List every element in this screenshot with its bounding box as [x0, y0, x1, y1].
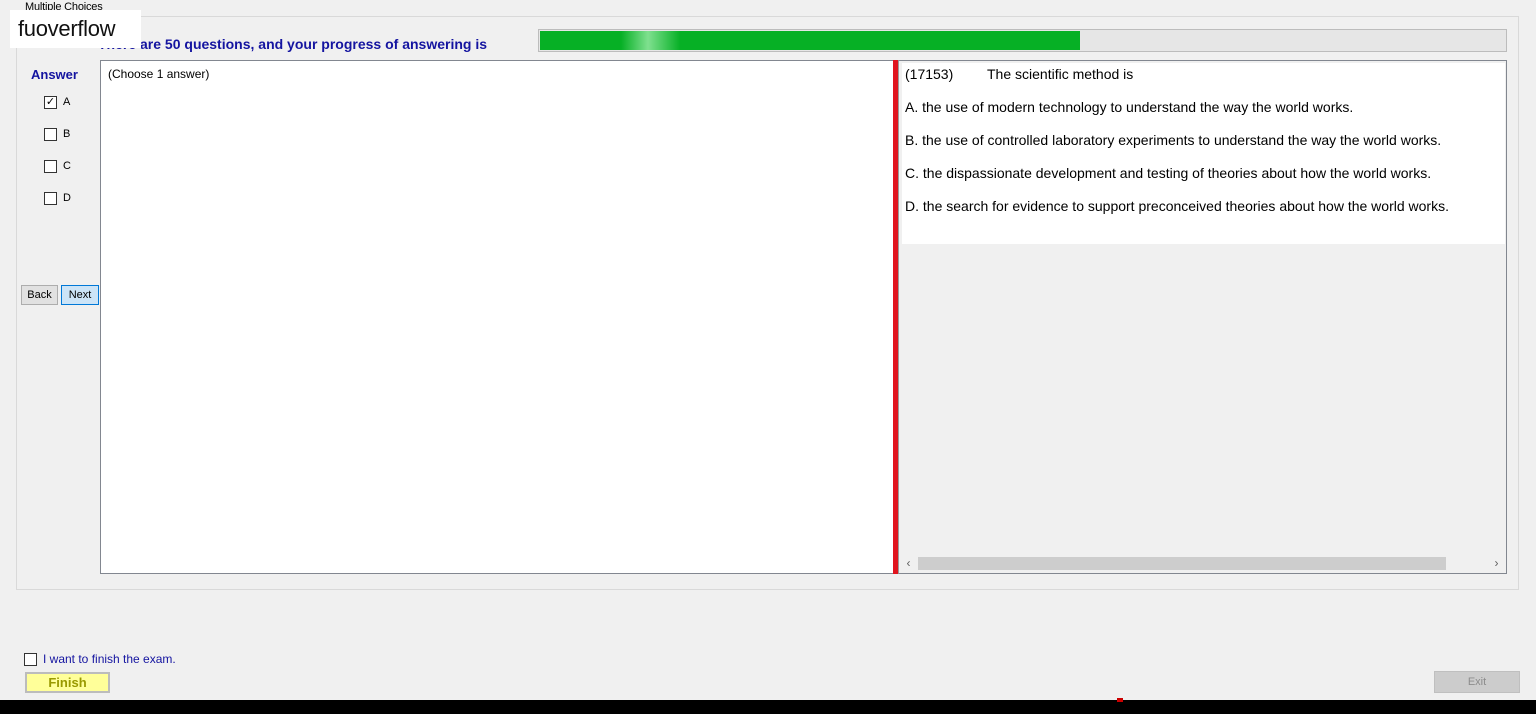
answer-option-label: A — [63, 96, 71, 108]
finish-checkbox-label: I want to finish the exam. — [43, 652, 176, 666]
answer-option-b[interactable]: B — [44, 127, 70, 141]
answer-input-pane[interactable]: (Choose 1 answer) — [100, 60, 893, 574]
choose-hint: (Choose 1 answer) — [108, 67, 210, 81]
check-icon: ✓ — [45, 95, 56, 108]
answer-option-c[interactable]: C — [44, 159, 71, 173]
finish-checkbox-box[interactable] — [24, 652, 37, 666]
question-option-a: A. the use of modern technology to under… — [905, 99, 1354, 115]
question-option-b: B. the use of controlled laboratory expe… — [905, 132, 1442, 148]
question-pane[interactable]: (17153) The scientific method is A. the u… — [898, 60, 1507, 574]
question-header: (17153) The scientific method is — [905, 66, 1133, 82]
answer-option-label: C — [63, 160, 71, 172]
chevron-left-icon[interactable]: ‹ — [900, 555, 917, 572]
checkbox-a[interactable]: ✓ — [44, 95, 57, 109]
checkbox-c[interactable] — [44, 159, 57, 173]
question-text: The scientific method is — [987, 66, 1134, 82]
taskbar-marker — [1117, 698, 1123, 702]
finish-exam-checkbox[interactable]: I want to finish the exam. — [24, 652, 176, 666]
exit-button[interactable]: Exit — [1434, 671, 1520, 693]
horizontal-scrollbar[interactable]: ‹ › — [900, 555, 1505, 572]
answer-option-d[interactable]: D — [44, 191, 71, 205]
question-option-d: D. the search for evidence to support pr… — [905, 198, 1449, 214]
progress-fill — [540, 31, 1080, 50]
watermark: fuoverflow — [10, 10, 141, 48]
chevron-right-icon[interactable]: › — [1488, 555, 1505, 572]
progress-label: There are 50 questions, and your progres… — [98, 36, 487, 52]
answer-title: Answer — [31, 67, 78, 82]
answer-option-label: B — [63, 128, 71, 140]
taskbar-strip — [0, 700, 1536, 714]
checkbox-d[interactable] — [44, 191, 57, 205]
scrollbar-thumb[interactable] — [918, 557, 1446, 570]
checkbox-b[interactable] — [44, 127, 57, 141]
question-id: (17153) — [905, 66, 954, 82]
answer-option-a[interactable]: ✓ A — [44, 95, 70, 109]
question-option-c: C. the dispassionate development and tes… — [905, 165, 1432, 181]
finish-button[interactable]: Finish — [25, 672, 110, 693]
next-button[interactable]: Next — [61, 285, 99, 305]
progress-bar — [538, 29, 1507, 52]
answer-option-label: D — [63, 192, 71, 204]
question-content: (17153) The scientific method is A. the u… — [902, 63, 1505, 244]
back-button[interactable]: Back — [21, 285, 58, 305]
